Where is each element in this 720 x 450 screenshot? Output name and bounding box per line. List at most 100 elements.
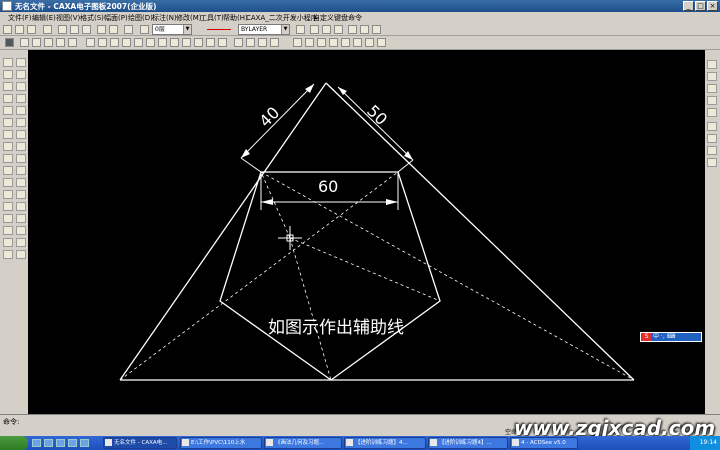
undo-icon[interactable] <box>97 25 106 34</box>
zoom-out-icon[interactable] <box>353 38 362 47</box>
erase-tool-icon[interactable] <box>16 226 26 235</box>
circle-icon[interactable] <box>3 82 13 91</box>
erase-icon[interactable] <box>246 38 255 47</box>
explode-tool-icon[interactable] <box>16 238 26 247</box>
layer-select[interactable]: 0层 ▼ <box>152 24 192 35</box>
menu-draw[interactable]: 绘图(D) <box>128 13 153 23</box>
zoom-previous-icon[interactable] <box>377 38 386 47</box>
move-tool-icon[interactable] <box>16 70 26 79</box>
task-doc-3[interactable]: 【进阶训练习题4】... <box>428 437 508 449</box>
close-button[interactable]: × <box>707 1 718 11</box>
arc-icon[interactable] <box>3 94 13 103</box>
scale-icon[interactable] <box>110 38 119 47</box>
chamfer-tool-icon[interactable] <box>16 190 26 199</box>
fillet-icon[interactable] <box>194 38 203 47</box>
cut-icon[interactable] <box>58 25 67 34</box>
menu-file[interactable]: 文件(F) <box>8 13 32 23</box>
redraw-icon[interactable] <box>293 38 302 47</box>
mirror-tool-icon[interactable] <box>16 106 26 115</box>
menu-view[interactable]: 视图(V) <box>56 13 80 23</box>
menu-help[interactable]: 帮助(H) <box>223 13 248 23</box>
chamfer-icon[interactable] <box>206 38 215 47</box>
menu-modify[interactable]: 修改(M) <box>176 13 202 23</box>
array-icon[interactable] <box>146 38 155 47</box>
task-explorer[interactable]: E:\工作\PVC\110上水 <box>180 437 262 449</box>
tool-icon[interactable] <box>707 108 717 117</box>
snap-icon[interactable] <box>348 25 357 34</box>
select-all-icon[interactable] <box>5 38 14 47</box>
ime-logo-icon[interactable]: S <box>642 333 651 341</box>
menu-custom-keys[interactable]: 自定义键盘命令 <box>313 13 362 23</box>
ime-toolbar[interactable]: S 中 ·, ⌨ <box>640 332 702 342</box>
copy-icon[interactable] <box>70 25 79 34</box>
layer-manager-icon[interactable] <box>140 25 149 34</box>
extend-icon[interactable] <box>170 38 179 47</box>
task-doc-1[interactable]: 《画法几何及习题... <box>264 437 342 449</box>
rectangle-icon[interactable] <box>3 142 13 151</box>
array-tool-icon[interactable] <box>16 118 26 127</box>
text-icon[interactable] <box>3 202 13 211</box>
spline-icon[interactable] <box>3 106 13 115</box>
stretch-icon[interactable] <box>218 38 227 47</box>
copy-move-icon[interactable] <box>98 38 107 47</box>
tool-icon[interactable] <box>707 158 717 167</box>
polygon-icon[interactable] <box>3 154 13 163</box>
scale-tool-icon[interactable] <box>16 130 26 139</box>
grid-icon[interactable] <box>360 25 369 34</box>
new-icon[interactable] <box>3 25 12 34</box>
offset-tool-icon[interactable] <box>16 214 26 223</box>
tool-icon[interactable] <box>707 60 717 69</box>
hatch-icon[interactable] <box>3 190 13 199</box>
line-icon[interactable] <box>3 58 13 67</box>
rotate-tool-icon[interactable] <box>16 94 26 103</box>
color-icon[interactable] <box>296 25 305 34</box>
properties-icon[interactable] <box>32 38 41 47</box>
tool-icon[interactable] <box>707 96 717 105</box>
zoom-all-icon[interactable] <box>365 38 374 47</box>
ortho-icon[interactable] <box>372 25 381 34</box>
align-icon[interactable] <box>270 38 279 47</box>
parallel-line-icon[interactable] <box>3 70 13 79</box>
tool-icon[interactable] <box>707 122 717 131</box>
open-icon[interactable] <box>15 25 24 34</box>
block-icon[interactable] <box>3 214 13 223</box>
trim-icon[interactable] <box>158 38 167 47</box>
tool-icon[interactable] <box>707 84 717 93</box>
scale-ref-icon[interactable] <box>258 38 267 47</box>
move-icon[interactable] <box>86 38 95 47</box>
fillet-tool-icon[interactable] <box>16 178 26 187</box>
menu-dimension[interactable]: 标注(N) <box>152 13 177 23</box>
chevron-down-icon[interactable]: ▼ <box>281 25 289 34</box>
menu-tools[interactable]: 工具(T) <box>200 13 224 23</box>
task-caxa[interactable]: 无名文件 - CAXA电... <box>103 437 177 449</box>
quicklaunch-icon[interactable] <box>32 439 41 447</box>
image-icon[interactable] <box>3 238 13 247</box>
tool-icon[interactable] <box>707 72 717 81</box>
ellipse-icon[interactable] <box>3 130 13 139</box>
linetype-select[interactable]: BYLAYER ▼ <box>238 24 290 35</box>
table-tool-icon[interactable] <box>3 250 13 259</box>
explode-icon[interactable] <box>68 38 77 47</box>
symbol-icon[interactable] <box>3 226 13 235</box>
redo-icon[interactable] <box>109 25 118 34</box>
property-icon[interactable] <box>310 25 319 34</box>
rotate-icon[interactable] <box>122 38 131 47</box>
brush-icon[interactable] <box>334 25 343 34</box>
break-tool-icon[interactable] <box>16 166 26 175</box>
brush-tool-icon[interactable] <box>16 58 26 67</box>
tool-icon[interactable] <box>707 134 717 143</box>
quicklaunch-icon[interactable] <box>80 439 89 447</box>
zoom-in-icon[interactable] <box>341 38 350 47</box>
break-icon[interactable] <box>182 38 191 47</box>
quicklaunch-icon[interactable] <box>44 439 53 447</box>
help-icon[interactable] <box>124 25 133 34</box>
centerline-icon[interactable] <box>3 166 13 175</box>
drawing-canvas[interactable]: 40 50 60 如图示作出辅助线 <box>28 50 705 414</box>
menu-edit[interactable]: 编辑(E) <box>32 13 56 23</box>
copy-tool-icon[interactable] <box>16 82 26 91</box>
paste-icon[interactable] <box>82 25 91 34</box>
start-button[interactable] <box>0 436 28 450</box>
equidistant-icon[interactable] <box>3 178 13 187</box>
grid-view-icon[interactable] <box>56 38 65 47</box>
task-doc-2[interactable]: 【进阶训练习题】4... <box>344 437 426 449</box>
